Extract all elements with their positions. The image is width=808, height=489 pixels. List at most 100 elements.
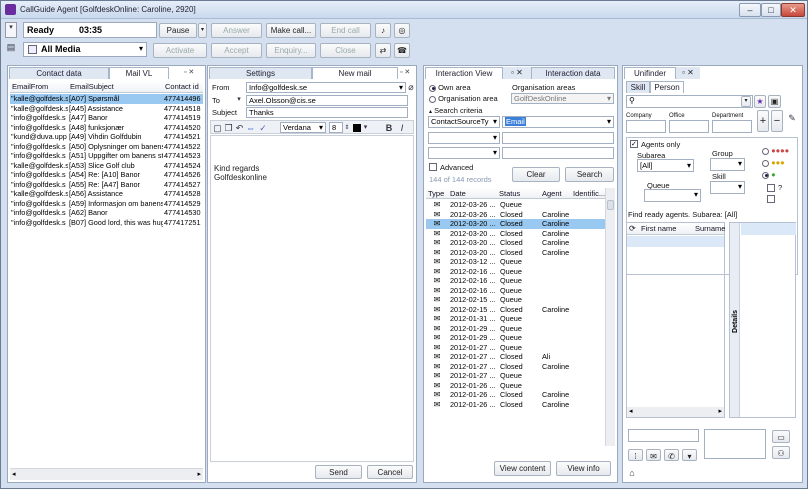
interaction-row[interactable]: ✉ 2012-02-16 ... Queue	[426, 286, 605, 296]
phonebook-icon[interactable]: ▤	[5, 42, 17, 56]
close-window-button[interactable]: ✕	[781, 3, 805, 17]
interaction-row[interactable]: ✉ 2012-03-26 ... Closed Caroline	[426, 210, 605, 220]
department-input[interactable]	[712, 120, 752, 133]
criteria-value-select[interactable]: Email	[502, 116, 614, 128]
interaction-row[interactable]: ✉ 2012-01-29 ... Queue	[426, 324, 605, 334]
interaction-row[interactable]: ✉ 2012-01-26 ... Closed Caroline	[426, 390, 605, 400]
tab-mail-vl[interactable]: Mail VL	[109, 67, 169, 79]
search-button[interactable]: Search	[565, 167, 614, 182]
interaction-row[interactable]: ✉ 2012-03-20 ... Closed Caroline	[426, 248, 605, 258]
col-emailfrom[interactable]: EmailFrom	[12, 82, 48, 91]
mail-row[interactable]: "info@golfdesk.s [A48] funksjonær 47741452…	[10, 123, 203, 133]
queue-select[interactable]	[644, 189, 701, 202]
activate-button[interactable]: Activate	[153, 43, 207, 58]
tab-interaction-view[interactable]: Interaction View	[425, 67, 503, 79]
mail-row[interactable]: "kund@duva.upp [A49] Vihdin Golfdubin 4774…	[10, 132, 203, 142]
search-dropdown-icon[interactable]: ▾	[741, 96, 751, 107]
scroll-right-icon[interactable]: ▸	[197, 470, 201, 478]
status-radio-3[interactable]	[762, 171, 769, 179]
to-dropdown-icon[interactable]: ▾	[235, 95, 243, 105]
office-input[interactable]	[669, 120, 709, 133]
scroll-thumb[interactable]	[607, 200, 614, 210]
copy-icon[interactable]: ❐	[224, 123, 233, 133]
left-hscroll[interactable]: ◂ ▸	[10, 468, 203, 480]
mail-body-editor[interactable]: Kind regards Golfdeskonline	[210, 135, 414, 462]
cancel-button[interactable]: Cancel	[367, 465, 413, 479]
col-surname[interactable]: Surname	[695, 224, 725, 233]
font-size-input[interactable]: 8	[329, 122, 343, 133]
tab-unifinder[interactable]: Unifinder	[624, 67, 676, 79]
agent-hscroll[interactable]: ◂ ▸	[627, 407, 724, 417]
mail-row[interactable]: "info@golfdesk.s [A62] Banor 477414530	[10, 208, 203, 218]
scroll-left-icon-2[interactable]: ◂	[629, 407, 633, 415]
advanced-checkbox[interactable]	[429, 163, 437, 171]
criteria-field-select-3[interactable]	[428, 147, 500, 159]
status-radio-1[interactable]	[762, 147, 769, 155]
attachment-icon[interactable]: ⌀	[407, 82, 415, 92]
pause-dropdown-icon[interactable]: ▾	[198, 23, 207, 38]
scroll-left-icon[interactable]: ◂	[12, 470, 16, 478]
interaction-row[interactable]: ✉ 2012-02-16 ... Queue	[426, 267, 605, 277]
close-button[interactable]: Close	[320, 43, 371, 58]
font-size-stepper-icon[interactable]: ⇕	[344, 123, 350, 133]
interaction-row[interactable]: ✉ 2012-03-20 ... Closed Caroline	[426, 238, 605, 248]
music-note-icon[interactable]: ♪	[375, 23, 391, 38]
col-agent[interactable]: Agent	[542, 189, 562, 198]
tab-settings[interactable]: Settings	[209, 67, 312, 79]
maximize-button[interactable]: □	[761, 3, 781, 17]
col-emailsubject[interactable]: EmailSubject	[70, 82, 114, 91]
interaction-row[interactable]: ✉ 2012-02-15 ... Queue	[426, 295, 605, 305]
media-select[interactable]: All Media ▾	[23, 42, 147, 57]
interaction-row[interactable]: ✉ 2012-01-27 ... Queue	[426, 371, 605, 381]
interaction-row[interactable]: ✉ 2012-01-27 ... Queue	[426, 343, 605, 353]
end-call-button[interactable]: End call	[320, 23, 371, 38]
status-filter-3[interactable]: ●	[762, 170, 776, 179]
accept-button[interactable]: Accept	[211, 43, 262, 58]
send-button[interactable]: Send	[315, 465, 362, 479]
note-input[interactable]	[628, 429, 699, 442]
mail-row[interactable]: "info@golfdesk.s [A51] Uppgifter om banen…	[10, 151, 203, 161]
subject-input[interactable]: Thanks	[246, 107, 408, 118]
own-area-radio-dot[interactable]	[429, 84, 436, 92]
view-info-button[interactable]: View info	[556, 461, 611, 476]
agent-results-row[interactable]	[627, 236, 724, 247]
interaction-row[interactable]: ✉ 2012-01-27 ... Closed Caroline	[426, 362, 605, 372]
mail-row[interactable]: "info@golfdesk.s [B07] Good lord, this wa…	[10, 218, 203, 228]
org-area-radio[interactable]: Organisation area	[429, 94, 498, 103]
interaction-row[interactable]: ✉ 2012-01-29 ... Queue	[426, 333, 605, 343]
to-input[interactable]: Axel.Olsson@cis.se	[246, 95, 408, 106]
tab-person[interactable]: Person	[650, 81, 684, 93]
mail-row[interactable]: "kalle@golfdesk.s [A53] Slice Golf club 47…	[10, 161, 203, 171]
favorite-star-icon[interactable]: ★	[754, 95, 766, 108]
contact-card-icon[interactable]: ▣	[768, 95, 781, 108]
interaction-row[interactable]: ✉ 2012-03-20 ... Closed Caroline	[426, 219, 605, 229]
scroll-right-icon-2[interactable]: ▸	[718, 407, 722, 415]
own-area-radio[interactable]: Own area	[429, 83, 471, 92]
status-radio-2[interactable]	[762, 159, 769, 167]
add-icon[interactable]: +	[757, 110, 769, 132]
interaction-row[interactable]: ✉ 2012-03-20 ... Closed Caroline	[426, 229, 605, 239]
collapse-icon[interactable]: ▴	[429, 109, 432, 115]
col-status[interactable]: Status	[499, 189, 520, 198]
mail-row[interactable]: "info@golfdesk.s [A59] Informasjon om ban…	[10, 199, 203, 209]
font-color-swatch[interactable]	[353, 124, 361, 132]
dial-pad-icon[interactable]: ⁞	[628, 449, 643, 461]
edit-pencil-icon[interactable]: ✎	[786, 113, 798, 123]
make-call-button[interactable]: Make call...	[266, 23, 316, 38]
lock-icon[interactable]: ⌂	[627, 468, 637, 478]
transfer-icon[interactable]: ⇄	[375, 43, 391, 58]
answer-button[interactable]: Answer	[211, 23, 262, 38]
agents-only-checkbox[interactable]: ✓	[630, 140, 638, 148]
tab-new-mail[interactable]: New mail	[312, 67, 398, 79]
phone-icon[interactable]: ☎	[394, 43, 410, 58]
link-icon[interactable]: ⇔	[246, 123, 255, 133]
pause-button[interactable]: Pause	[159, 23, 197, 38]
tab-skill[interactable]: Skill	[626, 81, 650, 93]
mail-row[interactable]: "kalle@golfdesk.s [A45] Assistance 4774145…	[10, 104, 203, 114]
mail-row[interactable]: "info@golfdesk.s [A50] Oplysninger om ban…	[10, 142, 203, 152]
person-search-input[interactable]: ⚲	[626, 95, 753, 108]
status-filter-1[interactable]: ●●●●	[762, 146, 789, 155]
mail-row[interactable]: "info@golfdesk.s [A54] Re: [A10] Banor 477…	[10, 170, 203, 180]
col-contact-id[interactable]: Contact id	[165, 82, 199, 91]
mail-panel-controls-icon[interactable]: ▫ ✕	[400, 68, 410, 76]
